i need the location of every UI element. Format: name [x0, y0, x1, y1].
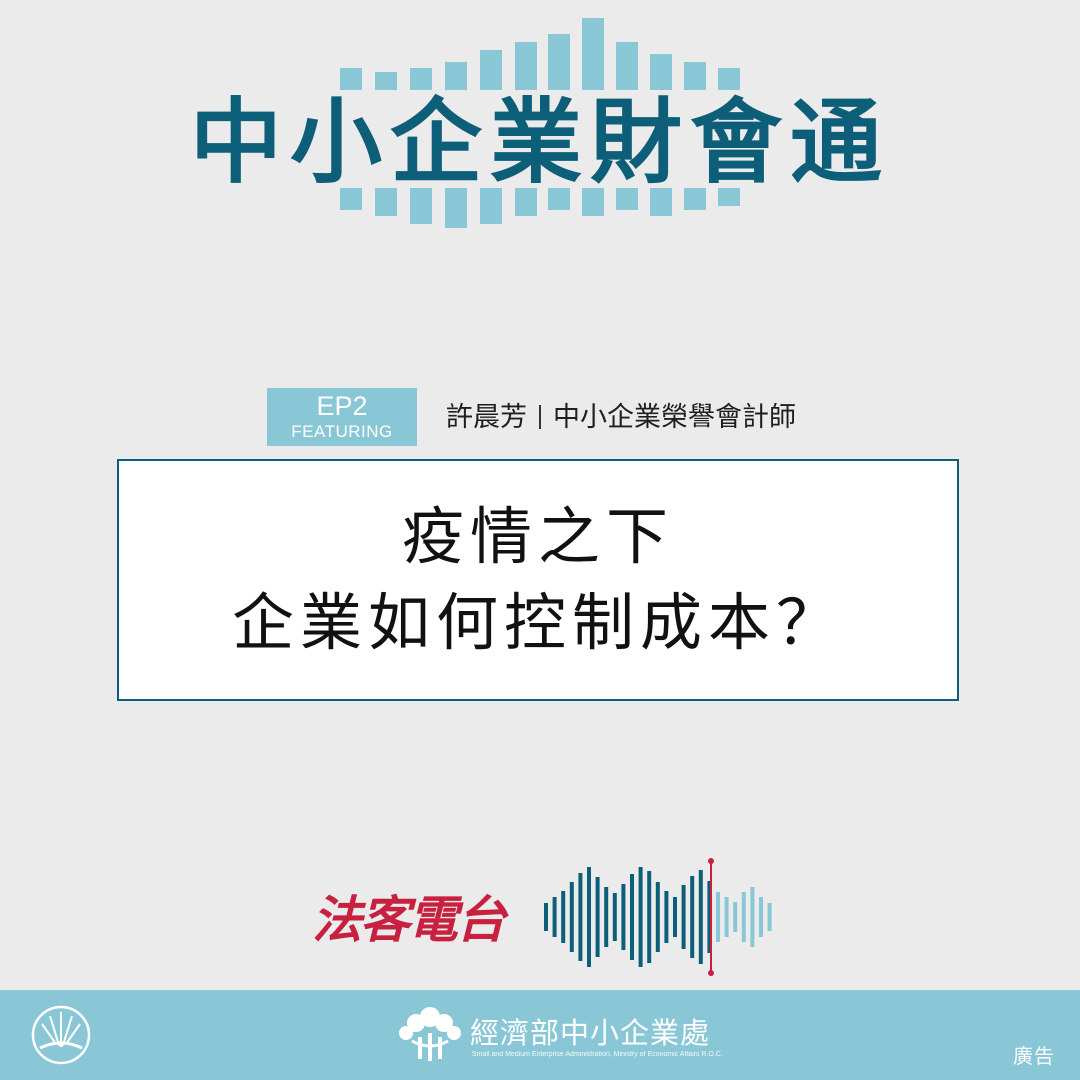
sound-wave-bar — [544, 903, 548, 931]
sound-wave-bar — [681, 885, 686, 949]
playhead-dot — [708, 858, 714, 864]
sound-wave-bar — [741, 892, 746, 942]
sound-wave-bar — [750, 887, 755, 947]
equalizer-bar — [480, 50, 502, 90]
equalizer-bar — [616, 42, 638, 90]
playhead-dot — [708, 970, 714, 976]
equalizer-bar — [684, 62, 706, 90]
sound-wave-icon — [544, 858, 772, 976]
sound-wave-bar — [655, 882, 660, 952]
equalizer-bar — [650, 54, 672, 90]
sound-wave-bar — [767, 903, 772, 931]
sound-wave-bar — [638, 867, 643, 967]
ministry-logo-icon — [399, 1007, 461, 1061]
sound-wave-bar — [552, 897, 557, 937]
sound-wave-bar — [604, 887, 609, 947]
sound-wave-bar — [595, 877, 600, 957]
sound-wave-bar — [578, 873, 583, 961]
sound-wave-bar — [621, 884, 626, 950]
sound-wave-bar — [569, 882, 574, 952]
guest-title: 中小企業榮譽會計師 — [553, 402, 796, 433]
episode-number: EP2 — [316, 391, 368, 421]
sound-wave-bar — [759, 897, 763, 937]
sound-wave-bar — [612, 893, 617, 941]
sound-wave-bar — [587, 867, 591, 967]
sound-wave-bar — [733, 902, 738, 932]
ministry-name: 經濟部中小企業處 — [470, 1016, 711, 1050]
equalizer-bar — [718, 68, 740, 90]
sound-wave-bar — [630, 874, 634, 960]
equalizer-bar — [445, 62, 467, 90]
sound-wave-bar — [698, 870, 703, 964]
sound-wave-bar — [647, 871, 652, 963]
sound-wave-bar — [690, 876, 695, 958]
equalizer-bar — [548, 34, 570, 90]
sound-wave-bar — [716, 892, 720, 942]
equalizer-bar — [515, 42, 537, 90]
sound-wave-bar — [561, 891, 566, 943]
question-box: 疫情之下 企業如何控制成本？ — [117, 459, 959, 701]
guest-name: 許晨芳 — [446, 402, 527, 433]
guest-line: 許晨芳 中小企業榮譽會計師 — [446, 398, 796, 438]
show-title: 中小企業財會通 — [189, 89, 890, 196]
equalizer-bar — [410, 68, 432, 90]
sound-wave-bar — [673, 897, 677, 937]
sound-wave-bar — [664, 891, 669, 943]
divider — [539, 405, 541, 429]
ad-label: 廣告 — [1013, 1044, 1055, 1068]
ministry-english-name: Small and Medium Enterprise Administrati… — [472, 1051, 723, 1058]
sound-wave-bar — [724, 897, 729, 937]
featuring-label: FEATURING — [291, 422, 393, 441]
question-line-1: 疫情之下 — [401, 500, 674, 573]
podcast-brand-name: 法客電台 — [312, 891, 506, 949]
emblem-icon — [31, 1005, 91, 1065]
equalizer-bar — [582, 18, 604, 90]
question-line-2: 企業如何控制成本？ — [231, 586, 844, 659]
episode-tag: EP2 FEATURING — [267, 388, 417, 446]
equalizer-bar — [340, 68, 362, 90]
